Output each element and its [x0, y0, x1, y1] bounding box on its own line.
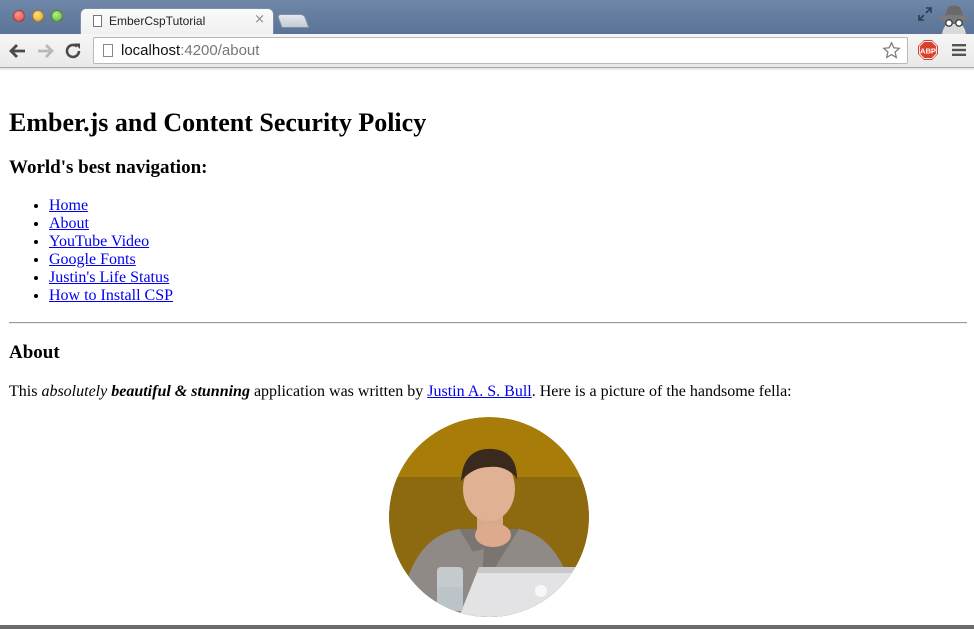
nav-item-home: Home: [49, 197, 173, 215]
window-bottom-edge: [0, 625, 974, 629]
author-link[interactable]: Justin A. S. Bull: [427, 383, 531, 400]
adblock-label: ABP: [920, 46, 936, 55]
nav-link-install-csp[interactable]: How to Install CSP: [49, 287, 173, 304]
window-minimize-button[interactable]: [32, 10, 44, 22]
page-content: Ember.js and Content Security Policy Wor…: [0, 69, 974, 625]
nav-link-youtube-video[interactable]: YouTube Video: [49, 233, 149, 250]
nav-link-home[interactable]: Home: [49, 197, 88, 214]
star-icon[interactable]: [882, 41, 901, 60]
tab-title: EmberCspTutorial: [109, 14, 206, 28]
window-maximize-button[interactable]: [51, 10, 63, 22]
address-bar[interactable]: localhost:4200/about: [93, 37, 908, 64]
page-icon: [93, 15, 102, 27]
forward-arrow-icon[interactable]: [34, 40, 56, 62]
section-divider: [9, 322, 967, 324]
about-heading: About: [9, 342, 60, 363]
hamburger-menu-icon[interactable]: [952, 43, 966, 57]
nav-item-install-csp: How to Install CSP: [49, 287, 173, 305]
new-tab-button[interactable]: [276, 14, 310, 28]
nav-link-life-status[interactable]: Justin's Life Status: [49, 269, 169, 286]
back-arrow-icon[interactable]: [7, 40, 29, 62]
profile-photo: [389, 417, 589, 617]
incognito-icon: [939, 5, 969, 34]
fullscreen-icon[interactable]: [917, 6, 933, 22]
nav-item-life-status: Justin's Life Status: [49, 269, 173, 287]
nav-item-about: About: [49, 215, 173, 233]
nav-heading: World's best navigation:: [9, 157, 208, 178]
nav-link-google-fonts[interactable]: Google Fonts: [49, 251, 136, 268]
url-host: localhost: [121, 42, 181, 59]
tab-close-icon[interactable]: ×: [254, 12, 265, 27]
nav-list: Home About YouTube Video Google Fonts Ju…: [9, 197, 173, 305]
intro-beautiful: beautiful & stunning: [111, 383, 250, 400]
page-icon: [103, 44, 113, 57]
nav-item-google-fonts: Google Fonts: [49, 251, 173, 269]
url-text[interactable]: localhost:4200/about: [121, 42, 259, 59]
window-close-button[interactable]: [13, 10, 25, 22]
browser-titlebar: EmberCspTutorial ×: [0, 0, 974, 34]
adblock-plus-icon[interactable]: ABP: [918, 40, 938, 60]
browser-toolbar: localhost:4200/about ABP: [0, 34, 974, 68]
intro-prefix: This: [9, 383, 42, 400]
intro-middle: application was written by: [249, 383, 428, 400]
nav-link-about[interactable]: About: [49, 215, 89, 232]
nav-item-youtube-video: YouTube Video: [49, 233, 173, 251]
reload-icon[interactable]: [62, 40, 84, 62]
page-title: Ember.js and Content Security Policy: [9, 108, 427, 137]
intro-absolutely: absolutely: [41, 383, 108, 400]
about-intro: This absolutely beautiful & stunning app…: [9, 383, 792, 401]
intro-suffix: . Here is a picture of the handsome fell…: [531, 383, 792, 400]
browser-tab-active[interactable]: EmberCspTutorial ×: [80, 8, 274, 34]
url-path: :4200/about: [180, 42, 260, 59]
